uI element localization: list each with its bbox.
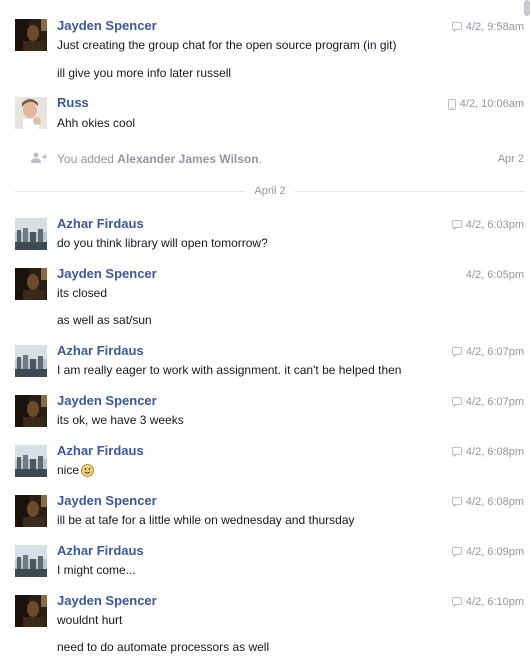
timestamp-text: 4/2, 6:07pm bbox=[465, 396, 524, 408]
system-event-text: You added Alexander James Wilson. bbox=[57, 152, 262, 166]
mobile-phone-icon bbox=[447, 98, 456, 110]
message-text: its closed bbox=[57, 286, 108, 300]
message-text: I might come... bbox=[57, 563, 136, 577]
message-text: Just creating the group chat for the ope… bbox=[57, 38, 397, 52]
sender-name[interactable]: Jayden Spencer bbox=[57, 18, 157, 34]
sender-name[interactable]: Jayden Spencer bbox=[57, 593, 157, 609]
avatar-azhar-firdaus[interactable] bbox=[15, 545, 47, 577]
chat-bubble-icon bbox=[451, 547, 462, 557]
chat-bubble-icon bbox=[451, 347, 462, 357]
sender-name[interactable]: Azhar Firdaus bbox=[57, 443, 144, 459]
timestamp-text: 4/2, 10:06am bbox=[459, 98, 524, 110]
chat-bubble-icon bbox=[451, 220, 462, 230]
sender-name[interactable]: Jayden Spencer bbox=[57, 266, 157, 282]
avatar-russ[interactable] bbox=[15, 97, 47, 129]
message-text: as well as sat/sun bbox=[57, 313, 152, 327]
timestamp-text: 4/2, 6:10pm bbox=[465, 596, 524, 608]
sender-name[interactable]: Jayden Spencer bbox=[57, 393, 157, 409]
message-text: wouldnt hurt bbox=[57, 613, 123, 627]
system-event-date: Apr 2 bbox=[497, 153, 524, 165]
message-timestamp: 4/2, 9:58am bbox=[451, 20, 524, 34]
date-divider-label: April 2 bbox=[15, 185, 525, 197]
message-timestamp: 4/2, 6:09pm bbox=[451, 545, 524, 559]
avatar-jayden-spencer[interactable] bbox=[15, 595, 47, 627]
avatar-jayden-spencer[interactable] bbox=[15, 495, 47, 527]
chat-bubble-icon bbox=[451, 22, 462, 32]
sender-name[interactable]: Azhar Firdaus bbox=[57, 216, 144, 232]
system-event-added-user: You added Alexander James Wilson. Apr 2 bbox=[0, 150, 530, 168]
message-text: its ok, we have 3 weeks bbox=[57, 413, 184, 427]
message-timestamp: 4/2, 6:03pm bbox=[451, 218, 524, 232]
added-user-name[interactable]: Alexander James Wilson bbox=[117, 152, 258, 166]
message-text: do you think library will open tomorrow? bbox=[57, 236, 268, 250]
smiley-emoji-icon bbox=[81, 464, 94, 477]
timestamp-text: 4/2, 6:07pm bbox=[465, 346, 524, 358]
message-text: need to do automate processors as well bbox=[57, 640, 270, 654]
chat-bubble-icon bbox=[451, 597, 462, 607]
avatar-jayden-spencer[interactable] bbox=[15, 395, 47, 427]
chat-bubble-icon bbox=[451, 447, 462, 457]
sender-name[interactable]: Jayden Spencer bbox=[57, 493, 157, 509]
avatar-azhar-firdaus[interactable] bbox=[15, 445, 47, 477]
avatar-azhar-firdaus[interactable] bbox=[15, 218, 47, 250]
add-user-icon bbox=[31, 152, 47, 163]
avatar-jayden-spencer[interactable] bbox=[15, 268, 47, 300]
message-timestamp: 4/2, 6:08pm bbox=[451, 495, 524, 509]
timestamp-text: 4/2, 6:08pm bbox=[465, 446, 524, 458]
message-text: I am really eager to work with assignmen… bbox=[57, 363, 402, 377]
message-timestamp: 4/2, 6:07pm bbox=[451, 345, 524, 359]
sender-name[interactable]: Azhar Firdaus bbox=[57, 543, 144, 559]
sender-name[interactable]: Russ bbox=[57, 95, 89, 111]
timestamp-text: 4/2, 6:05pm bbox=[465, 269, 524, 281]
message-timestamp: 4/2, 6:10pm bbox=[451, 595, 524, 609]
timestamp-text: 4/2, 6:09pm bbox=[465, 546, 524, 558]
message-timestamp: 4/2, 10:06am bbox=[447, 97, 524, 111]
chat-bubble-icon bbox=[451, 397, 462, 407]
chat-bubble-icon bbox=[451, 497, 462, 507]
message-text: Ahh okies cool bbox=[57, 116, 136, 130]
sender-name[interactable]: Azhar Firdaus bbox=[57, 343, 144, 359]
timestamp-text: 4/2, 6:03pm bbox=[465, 219, 524, 231]
message-text: nice bbox=[57, 462, 94, 478]
avatar-azhar-firdaus[interactable] bbox=[15, 345, 47, 377]
conversation-view: Jayden Spencer 4/2, 9:58am Just creating… bbox=[0, 0, 530, 662]
timestamp-text: 4/2, 6:08pm bbox=[465, 496, 524, 508]
date-divider: April 2 bbox=[15, 185, 525, 197]
message-timestamp: 4/2, 6:07pm bbox=[451, 395, 524, 409]
message-text: ill give you more info later russell bbox=[57, 66, 232, 80]
message-timestamp: 4/2, 6:08pm bbox=[451, 445, 524, 459]
message-text: ill be at tafe for a little while on wed… bbox=[57, 513, 355, 527]
message-timestamp: 4/2, 6:05pm bbox=[466, 268, 524, 282]
avatar-jayden-spencer[interactable] bbox=[15, 19, 47, 51]
scrollbar-thumb[interactable] bbox=[524, 0, 530, 16]
timestamp-text: 4/2, 9:58am bbox=[465, 21, 524, 33]
